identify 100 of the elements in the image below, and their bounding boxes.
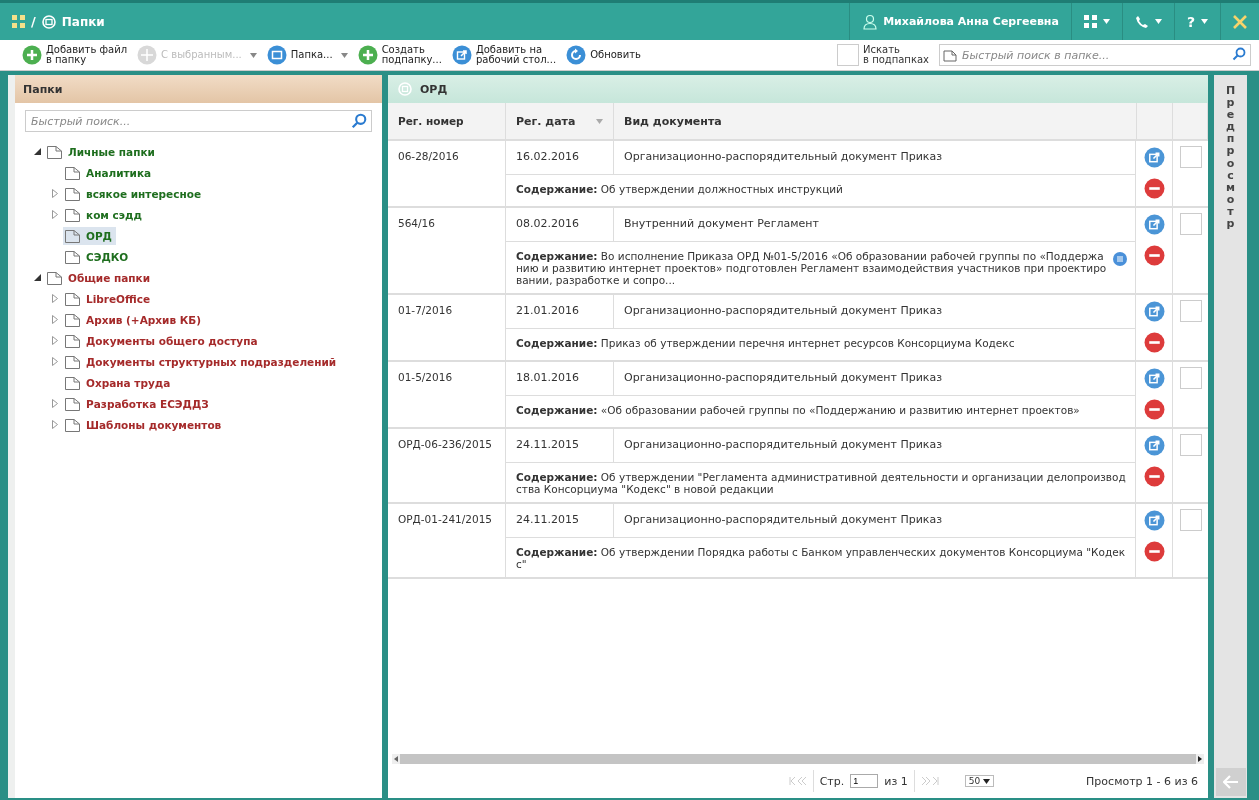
table-cell: 564/16 <box>388 208 506 293</box>
page-size-select[interactable]: 50 <box>964 775 995 787</box>
toolbar-button[interactable]: Создать подпапку... <box>357 45 442 65</box>
apps-icon[interactable] <box>12 15 25 28</box>
column-header[interactable]: Рег. дата <box>506 103 614 139</box>
tree-item[interactable]: Документы общего доступа <box>63 331 262 350</box>
folder-icon <box>65 312 80 327</box>
horizontal-scrollbar[interactable] <box>392 754 1204 764</box>
tree-item[interactable]: Разработка ЕСЭДДЗ <box>63 394 213 413</box>
folder-icon <box>65 396 80 411</box>
expand-icon[interactable] <box>52 420 58 429</box>
sort-icon[interactable] <box>596 118 603 124</box>
tree-item[interactable]: СЭДКО <box>63 247 133 266</box>
folder-icon <box>65 375 80 390</box>
document-summary: Содержание: Во исполнение Приказа ОРД №01-5/2016 «Об образовании рабочей группы по «Поддержанию и развитию интернет проектов» подготовлен Регламент взаимодействия участников при проектировании, разработке и сопро... <box>516 250 1107 286</box>
back-button[interactable] <box>1215 768 1246 796</box>
caret-icon <box>1154 19 1162 24</box>
folder-circle-icon <box>41 14 56 29</box>
scroll-right-icon[interactable] <box>1196 754 1204 764</box>
search-icon[interactable] <box>1232 47 1246 61</box>
share-icon[interactable] <box>1143 147 1165 168</box>
row-checkbox[interactable] <box>1179 367 1202 389</box>
tree-item[interactable]: Личные папки <box>45 142 159 161</box>
document-summary: Содержание: Об утверждении "Регламента административной деятельности и организации делопроизводства Консорциума "Кодекс" в новой редакции <box>516 471 1127 495</box>
folder-icon <box>65 228 80 243</box>
folder-icon <box>65 207 80 222</box>
table-cell: 01-5/2016 <box>388 362 506 427</box>
subfolders-checkbox[interactable] <box>837 44 860 66</box>
table-cell: 01-7/2016 <box>388 295 506 360</box>
table-cell: 16.02.2016 <box>506 141 614 174</box>
tree-item[interactable]: ОРД <box>63 226 116 245</box>
tree-item[interactable]: Общие папки <box>45 268 155 287</box>
tree-item[interactable]: LibreOffice <box>63 289 155 308</box>
remove-icon[interactable] <box>1143 466 1165 487</box>
toolbar-button[interactable]: Обновить <box>566 45 641 65</box>
tree-item[interactable]: Шаблоны документов <box>63 415 226 434</box>
table-cell-text: Организационно-распорядительный документ Приказ <box>623 370 944 386</box>
remove-icon[interactable] <box>1143 332 1165 353</box>
tree-item[interactable]: всякое интересное <box>63 184 205 203</box>
expand-icon[interactable] <box>52 294 58 303</box>
share-icon <box>451 45 472 65</box>
remove-icon[interactable] <box>1143 178 1165 199</box>
share-icon[interactable] <box>1143 510 1165 531</box>
folder-icon <box>65 354 80 369</box>
folder-tree-search-field[interactable]: Быстрый поиск... <box>25 110 372 132</box>
expand-icon[interactable] <box>52 189 58 198</box>
tree-item[interactable]: Документы структурных подразделений <box>63 352 341 371</box>
folder-icon <box>65 333 80 348</box>
tree-item[interactable]: Архив (+Архив КБ) <box>63 310 206 329</box>
collapse-icon[interactable] <box>33 148 41 155</box>
scroll-left-icon[interactable] <box>392 754 400 764</box>
collapse-icon[interactable] <box>33 274 41 281</box>
row-checkbox[interactable] <box>1179 213 1202 235</box>
page-count: из 1 <box>884 774 908 788</box>
expand-icon[interactable] <box>52 336 58 345</box>
remove-icon[interactable] <box>1143 399 1165 420</box>
expand-icon[interactable] <box>52 315 58 324</box>
panel-title: Папки <box>23 82 63 96</box>
toolbar-button[interactable]: Добавить на рабочий стол... <box>451 45 557 65</box>
row-checkbox[interactable] <box>1179 146 1202 168</box>
remove-icon[interactable] <box>1143 541 1165 562</box>
tree-item[interactable]: Аналитика <box>63 163 156 182</box>
document-summary: Содержание: «Об образовании рабочей группы по «Поддержанию и развитию интернет проектов» <box>516 404 1081 416</box>
share-icon[interactable] <box>1143 368 1165 389</box>
remove-icon[interactable] <box>1143 245 1165 266</box>
table-cell: 21.01.2016 <box>506 295 614 328</box>
expand-icon[interactable] <box>52 210 58 219</box>
share-icon[interactable] <box>1143 301 1165 322</box>
plus-icon <box>357 45 378 65</box>
share-icon[interactable] <box>1143 435 1165 456</box>
window-title: Папки <box>61 14 105 29</box>
expand-icon[interactable] <box>52 399 58 408</box>
document-summary: Содержание: Об утверждении Порядка работы с Банком управленческих документов Консорциума "Кодекс" <box>516 546 1127 570</box>
folder-icon <box>65 186 80 201</box>
row-checkbox[interactable] <box>1179 509 1202 531</box>
table-cell: ОРД-01-241/2015 <box>388 504 506 577</box>
column-header[interactable]: Вид документа <box>614 103 1137 139</box>
list-icon[interactable] <box>1113 252 1127 266</box>
folder-icon <box>47 270 62 285</box>
row-checkbox[interactable] <box>1179 300 1202 322</box>
phone-icon <box>1134 14 1149 29</box>
preview-tab[interactable]: Предпросмотр <box>1225 75 1236 231</box>
share-icon[interactable] <box>1143 214 1165 235</box>
column-header[interactable]: Рег. номер <box>388 103 506 139</box>
folder-search-field[interactable]: Быстрый поиск в папке... <box>939 44 1251 66</box>
toolbar-button[interactable]: Папка... <box>266 45 348 65</box>
toolbar-button[interactable]: Добавить файл в папку <box>22 45 128 65</box>
row-checkbox[interactable] <box>1179 434 1202 456</box>
tree-item[interactable]: ком сэдд <box>63 205 146 224</box>
back-arrow-icon <box>1222 775 1239 789</box>
plus-icon <box>22 45 42 65</box>
expand-icon[interactable] <box>52 357 58 366</box>
caret-icon <box>983 779 991 784</box>
search-icon[interactable] <box>351 113 367 129</box>
folder-icon <box>65 291 80 306</box>
page-number-field[interactable]: 1 <box>850 774 879 788</box>
folder-circle-icon <box>398 82 412 96</box>
page-label: Стр. <box>819 774 845 788</box>
tree-item[interactable]: Охрана труда <box>63 373 175 392</box>
folder-icon <box>65 249 80 264</box>
